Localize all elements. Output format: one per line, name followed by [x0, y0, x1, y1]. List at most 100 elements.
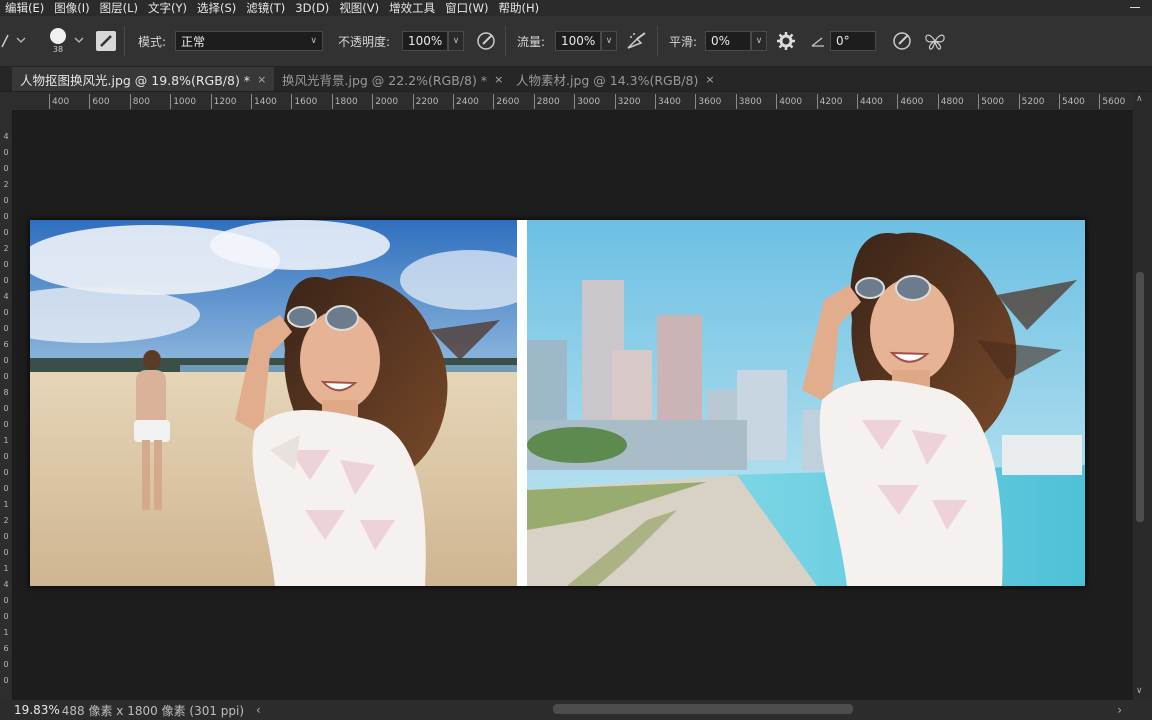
scroll-right-icon[interactable]: › — [1117, 703, 1122, 717]
tab-document-1[interactable]: 人物抠图换风光.jpg @ 19.8%(RGB/8) * × — [12, 67, 275, 91]
ruler-label: 0 — [3, 212, 9, 221]
vertical-scrollbar[interactable]: ∧ ∨ — [1133, 92, 1152, 700]
ruler-label: 3000 — [577, 97, 601, 107]
ruler-label: 4000 — [779, 97, 803, 107]
tab-document-3[interactable]: 人物素材.jpg @ 14.3%(RGB/8) × — [508, 67, 723, 91]
ruler-label: 0 — [3, 196, 9, 205]
menu-bar: 编辑(E) 图像(I) 图层(L) 文字(Y) 选择(S) 滤镜(T) 3D(D) 视图(V)… — [0, 0, 1152, 16]
opacity-dropdown[interactable]: ∨ — [448, 31, 464, 51]
ruler-tick — [291, 94, 293, 109]
ruler-tick — [412, 94, 414, 109]
ruler-label: 0 — [3, 676, 9, 685]
ruler-tick — [89, 94, 91, 109]
ruler-label: 5000 — [981, 97, 1005, 107]
ruler-tick — [210, 94, 212, 109]
ruler-tick — [776, 94, 778, 109]
ruler-label: 0 — [3, 596, 9, 605]
tab-label: 人物素材.jpg @ 14.3%(RGB/8) — [516, 72, 699, 88]
ruler-label: 1800 — [334, 97, 358, 107]
close-icon[interactable]: × — [705, 73, 714, 86]
document-size-info[interactable]: 488 像素 x 1800 像素 (301 ppi) — [62, 702, 244, 719]
ruler-label: 0 — [3, 420, 9, 429]
scroll-left-icon[interactable]: ‹ — [256, 703, 261, 717]
menu-item[interactable]: 增效工具 — [384, 0, 440, 16]
ruler-label: 2800 — [536, 97, 560, 107]
brush-tool-icon[interactable] — [0, 16, 10, 66]
ruler-label: 6 — [3, 340, 9, 349]
brush-settings-icon[interactable] — [96, 16, 116, 66]
opacity-input[interactable]: 100% ∨ — [402, 16, 464, 66]
angle-value[interactable]: 0° — [830, 31, 876, 51]
ruler-tick — [533, 94, 535, 109]
smoothing-label: 平滑: — [669, 34, 698, 49]
ruler-tick — [937, 94, 939, 109]
menu-item[interactable]: 文字(Y) — [143, 0, 192, 16]
mode-label: 模式: — [138, 34, 167, 49]
ruler-label: 2 — [3, 516, 9, 525]
divider — [124, 26, 125, 56]
brush-size-label: 38 — [52, 45, 64, 54]
smoothing-dropdown[interactable]: ∨ — [751, 31, 767, 51]
menu-item[interactable]: 视图(V) — [334, 0, 384, 16]
angle-input[interactable]: 0° — [830, 16, 876, 66]
flow-dropdown[interactable]: ∨ — [601, 31, 617, 51]
brush-preset-dropdown[interactable] — [74, 16, 84, 66]
symmetry-butterfly-icon[interactable] — [924, 16, 946, 66]
smoothing-value[interactable]: 0% — [705, 31, 751, 51]
smoothing-input[interactable]: 0% ∨ — [705, 16, 767, 66]
tab-document-2[interactable]: 换风光背景.jpg @ 22.2%(RGB/8) * × — [274, 67, 511, 91]
menu-item[interactable]: 图层(L) — [95, 0, 143, 16]
ruler-label: 3400 — [658, 97, 681, 107]
tool-preset-dropdown[interactable] — [16, 16, 26, 66]
ruler-label: 0 — [3, 372, 9, 381]
ruler-label: 4 — [3, 580, 9, 589]
ruler-label: 0 — [3, 548, 9, 557]
ruler-label: 1 — [3, 436, 9, 445]
ruler-label: 0 — [3, 356, 9, 365]
menu-item[interactable]: 编辑(E) — [0, 0, 49, 16]
opacity-label: 不透明度: — [338, 34, 391, 49]
brush-preset-picker[interactable]: 38 — [50, 16, 66, 66]
close-icon[interactable]: × — [257, 73, 266, 86]
ruler-tick — [49, 94, 50, 109]
angle-icon — [811, 16, 825, 66]
zoom-level[interactable]: 19.83% — [14, 703, 60, 717]
gear-icon[interactable] — [776, 16, 796, 66]
ruler-label: 0 — [3, 532, 9, 541]
document-image[interactable] — [30, 220, 1085, 586]
pressure-opacity-icon[interactable] — [475, 16, 497, 66]
opacity-value[interactable]: 100% — [402, 31, 448, 51]
minimize-icon[interactable] — [1130, 7, 1140, 8]
tab-label: 人物抠图换风光.jpg @ 19.8%(RGB/8) * — [20, 72, 251, 88]
scrollbar-thumb[interactable] — [1136, 272, 1144, 522]
ruler-tick — [735, 94, 737, 109]
ruler-label: 1200 — [213, 97, 237, 107]
ruler-tick — [251, 94, 252, 109]
menu-item[interactable]: 选择(S) — [192, 0, 241, 16]
airbrush-icon[interactable] — [625, 16, 649, 66]
ruler-label: 0 — [3, 324, 9, 333]
pressure-size-icon[interactable] — [891, 16, 913, 66]
menu-item[interactable]: 3D(D) — [290, 1, 334, 15]
close-icon[interactable]: × — [494, 73, 503, 86]
ruler-label: 0 — [3, 276, 9, 285]
options-bar: 38 模式: 正常 ∨ 不透明度: 100% ∨ 流量: 100% ∨ 平滑: … — [0, 16, 1152, 67]
ruler-label: 1 — [3, 500, 9, 509]
mode-select[interactable]: 正常 ∨ — [175, 16, 323, 66]
ruler-label: 3600 — [698, 97, 722, 107]
menu-item[interactable]: 滤镜(T) — [241, 0, 290, 16]
scroll-down-icon[interactable]: ∨ — [1136, 686, 1143, 696]
horizontal-ruler[interactable]: 400 600 800 1000 1200 1400 1600 1800 2000 2200 240… — [0, 92, 1135, 111]
flow-value[interactable]: 100% — [555, 31, 601, 51]
menu-item[interactable]: 窗口(W) — [440, 0, 493, 16]
vertical-ruler[interactable]: 4 0 0 2 0 0 0 2 0 0 4 0 0 6 0 0 8 0 0 1 0 0 0 1 2 0 0 1 4 0 0 1 6 0 0 — [0, 110, 13, 700]
flow-label: 流量: — [517, 34, 546, 49]
horizontal-scrollbar-thumb[interactable] — [553, 704, 853, 714]
chevron-down-icon: ∨ — [310, 36, 317, 46]
flow-input[interactable]: 100% ∨ — [555, 16, 617, 66]
menu-item[interactable]: 帮助(H) — [494, 0, 545, 16]
menu-item[interactable]: 图像(I) — [49, 0, 94, 16]
tab-label: 换风光背景.jpg @ 22.2%(RGB/8) * — [282, 72, 488, 88]
ruler-label: 2200 — [415, 97, 439, 107]
scroll-up-icon[interactable]: ∧ — [1136, 94, 1143, 104]
